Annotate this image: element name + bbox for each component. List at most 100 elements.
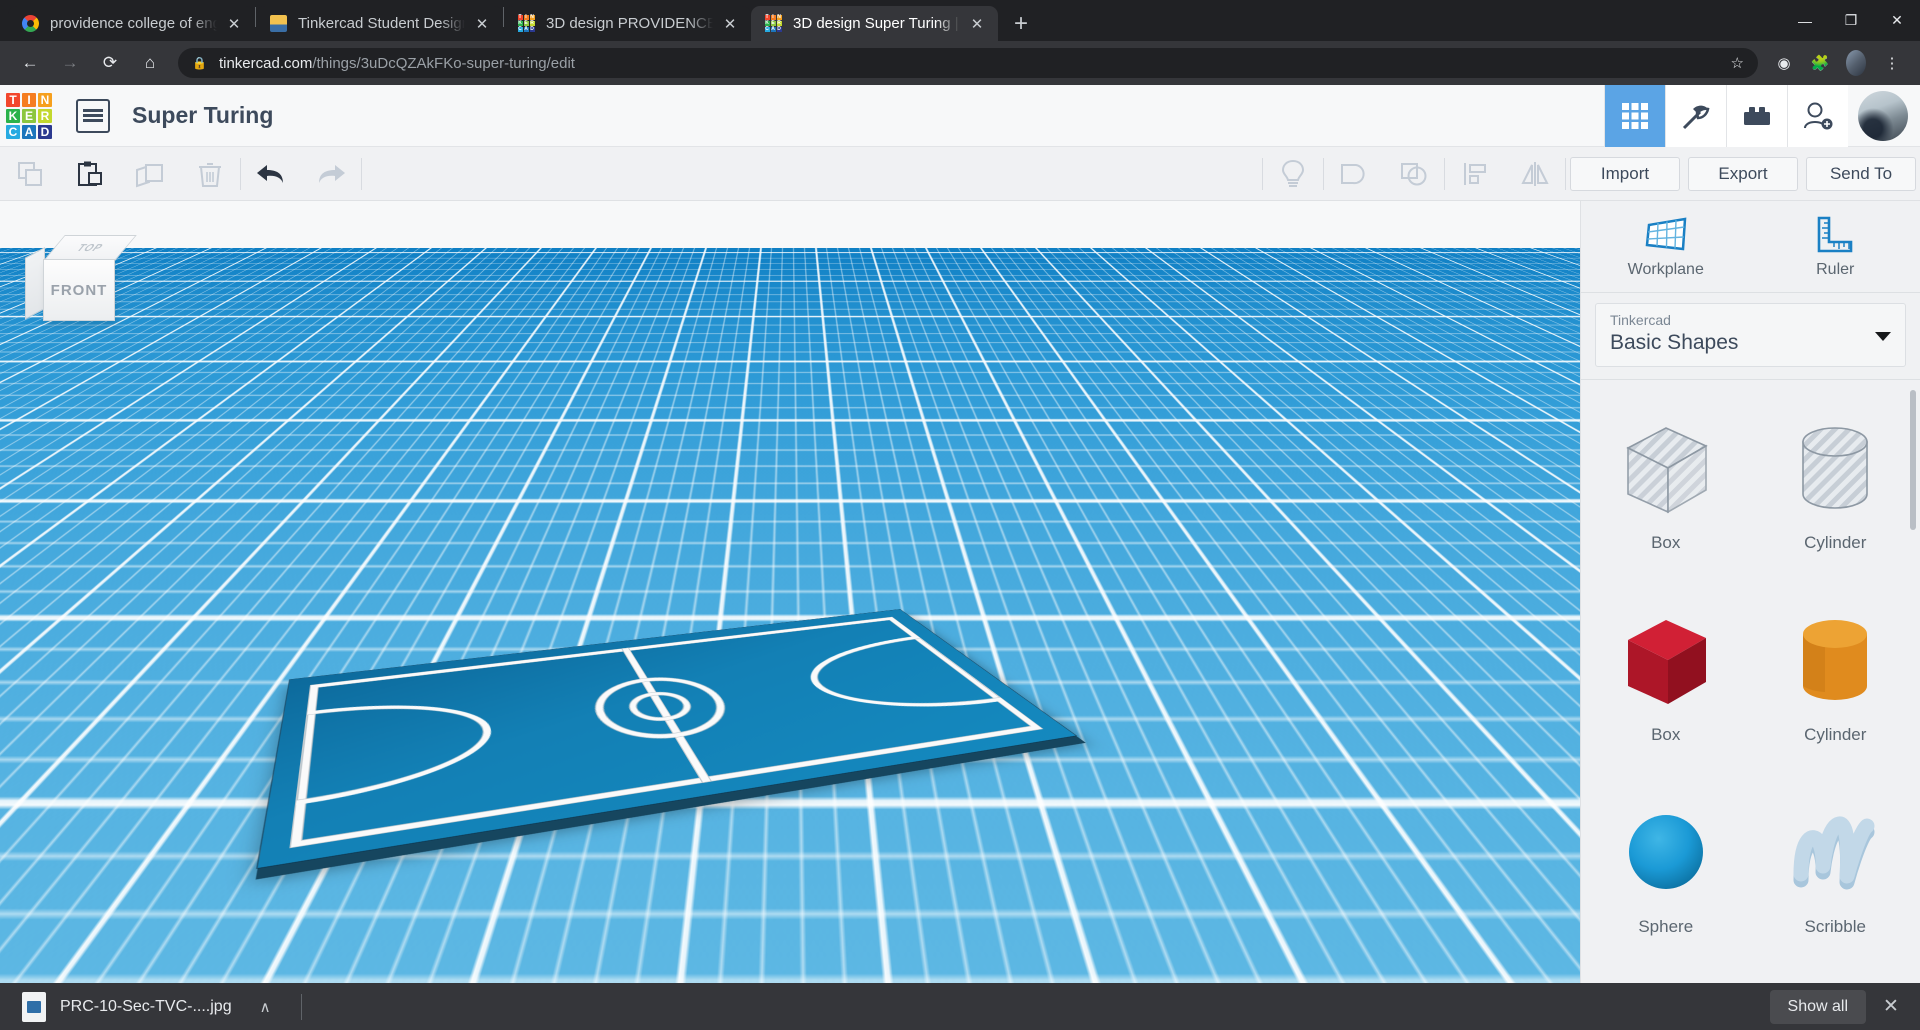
invite-user-icon[interactable] — [1787, 84, 1848, 147]
star-icon[interactable]: ☆ — [1731, 54, 1744, 72]
paste-icon[interactable] — [60, 147, 120, 201]
workplane-tool[interactable]: Workplane — [1581, 201, 1751, 292]
address-bar[interactable]: 🔒 tinkercad.com /things/3uDcQZAkFKo-supe… — [178, 48, 1758, 78]
ruler-tool[interactable]: Ruler — [1751, 201, 1920, 292]
home-icon[interactable]: ⌂ — [134, 47, 166, 79]
url-host: tinkercad.com — [218, 54, 313, 72]
edit-grid-button[interactable]: Edit Grid — [1423, 897, 1518, 925]
ruler-icon — [1813, 215, 1857, 255]
collapse-panel-button[interactable]: ❯ — [1558, 568, 1580, 616]
tinkercad-app: T I N K E R C A D Super Turing Import Ex… — [0, 84, 1920, 983]
image-file-icon — [22, 991, 46, 1022]
window-close-icon[interactable]: ✕ — [1874, 0, 1920, 41]
undo-icon[interactable] — [241, 147, 301, 201]
shape-label: Scribble — [1804, 917, 1866, 936]
shape-item-box-hole[interactable]: Box — [1581, 386, 1751, 578]
chevron-up-icon[interactable]: ∧ — [246, 998, 285, 1016]
reload-icon[interactable]: ⟳ — [94, 47, 126, 79]
delete-icon[interactable] — [180, 147, 240, 201]
zoom-out-icon[interactable]: − — [20, 733, 62, 775]
shape-item-cylinder-hole[interactable]: Cylinder — [1751, 386, 1920, 578]
shape-item-cylinder-solid[interactable]: Cylinder — [1751, 578, 1920, 770]
tinkercad-logo-icon[interactable]: T I N K E R C A D — [6, 92, 52, 139]
tab-close-icon[interactable]: ✕ — [223, 13, 245, 35]
zoom-in-icon[interactable]: + — [20, 679, 62, 721]
shape-item-sphere[interactable]: Sphere — [1581, 770, 1751, 962]
browser-tab-1[interactable]: providence college of engineering ✕ — [8, 6, 255, 41]
import-button[interactable]: Import — [1570, 156, 1680, 191]
minimize-icon[interactable]: — — [1782, 0, 1828, 41]
view-cube[interactable]: TOP FRONT — [25, 231, 137, 331]
cylinder-solid-icon — [1780, 603, 1890, 721]
back-icon[interactable]: ← — [14, 47, 46, 79]
chevron-down-icon[interactable] — [1875, 332, 1891, 341]
window-controls: — ❐ ✕ — [1782, 0, 1920, 41]
box-hole-icon — [1611, 411, 1721, 529]
library-selector[interactable]: Tinkercad Basic Shapes — [1595, 303, 1906, 367]
group-icon[interactable] — [1324, 147, 1384, 201]
tinkercad-icon: TIN KER CAD — [764, 14, 782, 32]
cast-icon[interactable]: ◉ — [1769, 48, 1799, 78]
tab-close-icon[interactable]: ✕ — [471, 13, 493, 35]
close-downloads-bar-icon[interactable]: ✕ — [1874, 990, 1908, 1024]
new-tab-button[interactable]: + — [1004, 7, 1038, 41]
show-all-downloads-button[interactable]: Show all — [1769, 989, 1866, 1024]
logo-letter: N — [38, 92, 52, 107]
shape-item-box-solid[interactable]: Box — [1581, 578, 1751, 770]
browser-tab-4-active[interactable]: TIN KER CAD 3D design Super Turing | Tin… — [751, 6, 998, 41]
shape-item-scribble[interactable]: Scribble — [1751, 770, 1920, 962]
browser-tab-3[interactable]: TIN KER CAD 3D design PROVIDENCE | Tinke… — [504, 6, 751, 41]
avatar[interactable] — [1858, 90, 1908, 141]
perspective-toggle-icon[interactable]: ❐ — [20, 787, 62, 829]
shapes-grid[interactable]: Box Cylinder Box Cylinder Sphere Scribbl… — [1581, 379, 1920, 983]
person-photo-icon — [268, 14, 288, 34]
browser-window: providence college of engineering ✕ Tink… — [0, 0, 1920, 1030]
logo-letter: E — [22, 108, 36, 123]
properties-panel-icon[interactable] — [76, 98, 110, 133]
view-cube-front-face[interactable]: FRONT — [43, 259, 115, 321]
logo-letter: R — [38, 108, 52, 123]
mirror-icon[interactable] — [1505, 147, 1565, 201]
ungroup-icon[interactable] — [1384, 147, 1444, 201]
workplane-label: Workplane — [1627, 260, 1704, 278]
logo-letter: C — [6, 124, 20, 139]
copy-icon[interactable] — [0, 147, 60, 201]
codeblocks-pickaxe-icon[interactable] — [1665, 84, 1726, 147]
brick-icon[interactable] — [1726, 84, 1787, 147]
tab-title: Tinkercad Student Design Contest — [298, 15, 465, 32]
home-view-icon[interactable]: ⌂ — [20, 571, 62, 613]
library-name: Basic Shapes — [1610, 331, 1739, 354]
tab-close-icon[interactable]: ✕ — [719, 13, 741, 35]
profile-avatar[interactable] — [1841, 48, 1871, 78]
extensions-puzzle-icon[interactable]: 🧩 — [1805, 48, 1835, 78]
view-cube-top-face[interactable]: TOP — [43, 235, 137, 261]
redo-icon[interactable] — [301, 147, 361, 201]
ruler-label: Ruler — [1816, 260, 1855, 278]
forward-icon[interactable]: → — [54, 47, 86, 79]
toolbar-divider — [361, 157, 362, 190]
align-icon[interactable] — [1445, 147, 1505, 201]
browser-tab-2[interactable]: Tinkercad Student Design Contest ✕ — [256, 6, 503, 41]
panel-scrollbar[interactable] — [1910, 390, 1916, 530]
logo-letter: D — [38, 124, 52, 139]
browser-toolbar: ← → ⟳ ⌂ 🔒 tinkercad.com /things/3uDcQZAk… — [0, 41, 1920, 85]
tab-close-icon[interactable]: ✕ — [966, 13, 988, 35]
light-bulb-icon[interactable] — [1263, 147, 1323, 201]
3d-viewport[interactable]: TOP FRONT ⌂ ⛶ + − ❐ Edit Grid Snap Grid — [0, 201, 1580, 983]
view-navigation-controls: ⌂ ⛶ + − ❐ — [20, 571, 62, 829]
export-button[interactable]: Export — [1688, 156, 1798, 191]
grid-view-icon[interactable] — [1604, 84, 1665, 147]
tab-title: providence college of engineering — [50, 15, 217, 32]
cylinder-hole-icon — [1780, 411, 1890, 529]
view-cube-side-face[interactable] — [25, 247, 45, 320]
send-to-button[interactable]: Send To — [1806, 156, 1916, 191]
page-title: Super Turing — [132, 102, 274, 128]
downloads-right: Show all ✕ — [1769, 989, 1908, 1024]
duplicate-icon[interactable] — [120, 147, 180, 201]
tab-title: 3D design PROVIDENCE | Tinkercad — [546, 15, 713, 32]
fit-to-view-icon[interactable]: ⛶ — [20, 625, 62, 667]
download-item[interactable]: PRC-10-Sec-TVC-....jpg ∧ — [12, 991, 295, 1022]
browser-menu-icon[interactable]: ⋮ — [1877, 48, 1907, 78]
snap-grid-value-dropdown[interactable]: 1.0 mm ▲ — [1465, 943, 1558, 965]
maximize-icon[interactable]: ❐ — [1828, 0, 1874, 41]
